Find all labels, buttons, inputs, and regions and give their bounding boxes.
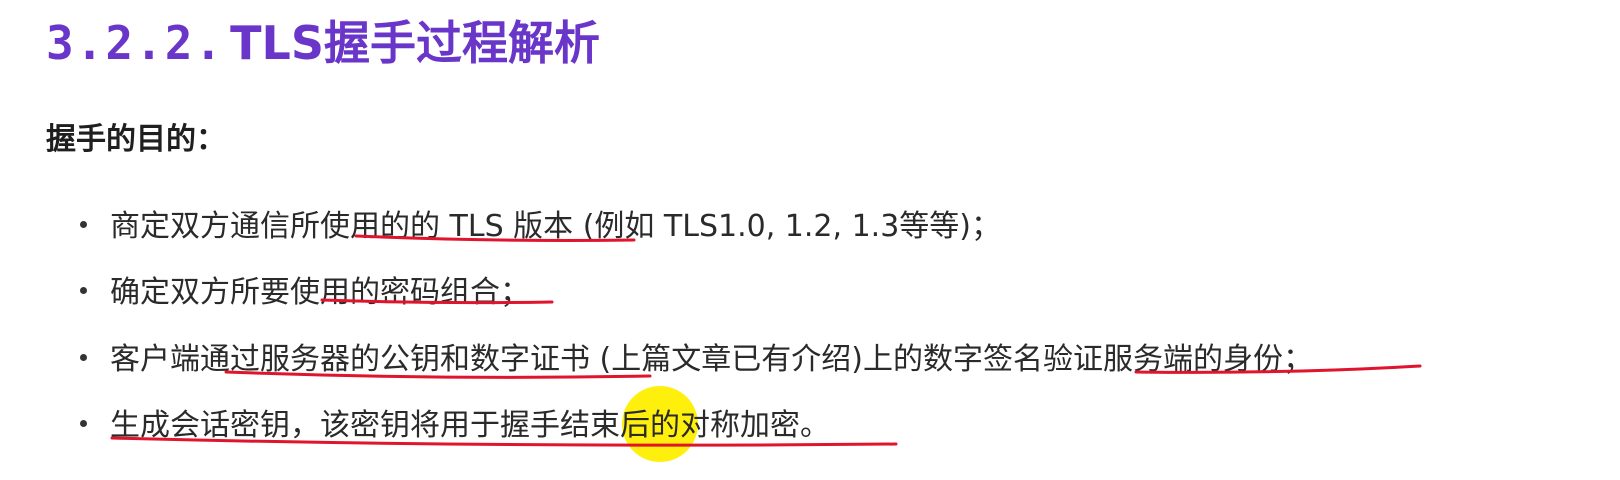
section-number: 3.2.2.	[46, 16, 225, 70]
list-item-text: 商定双方通信所使用的的 TLS 版本 (例如 TLS1.0, 1.2, 1.3等…	[110, 209, 1001, 244]
list-item: 确定双方所要使用的密码组合；	[80, 270, 530, 316]
list-item-text: 确定双方所要使用的密码组合；	[110, 275, 530, 310]
bullet-dot-icon	[80, 221, 87, 228]
section-heading: 3.2.2. TLS握手过程解析	[46, 12, 600, 74]
subheading-purpose: 握手的目的：	[46, 122, 226, 157]
bullet-dot-icon	[80, 420, 87, 427]
section-title: TLS握手过程解析	[230, 16, 600, 70]
bullet-dot-icon	[80, 287, 87, 294]
list-item: 生成会话密钥，该密钥将用于握手结束后的对称加密。	[80, 403, 830, 449]
list-item-text: 生成会话密钥，该密钥将用于握手结束后的对称加密。	[110, 408, 830, 443]
list-item: 客户端通过服务器的公钥和数字证书 (上篇文章已有介绍)上的数字签名验证服务端的身…	[80, 337, 1313, 383]
list-item: 商定双方通信所使用的的 TLS 版本 (例如 TLS1.0, 1.2, 1.3等…	[80, 204, 1001, 250]
bullet-dot-icon	[80, 354, 87, 361]
list-item-text: 客户端通过服务器的公钥和数字证书 (上篇文章已有介绍)上的数字签名验证服务端的身…	[110, 342, 1313, 377]
